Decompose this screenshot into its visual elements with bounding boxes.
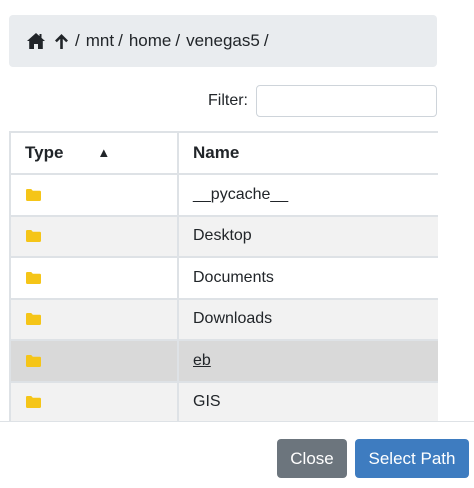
column-header-name[interactable]: Name [177, 131, 438, 175]
dialog-footer: Close Select Path [0, 421, 474, 488]
name-cell: Documents [177, 256, 438, 300]
name-cell: __pycache__ [177, 173, 438, 217]
table-row[interactable]: __pycache__ [9, 173, 438, 217]
select-path-button[interactable]: Select Path [355, 439, 469, 478]
home-icon[interactable] [26, 31, 46, 51]
filter-input[interactable] [256, 85, 437, 117]
file-table: Type ▲ Name __pycache__ Desktop Document… [9, 131, 438, 421]
folder-name[interactable]: GIS [193, 393, 221, 410]
arrow-up-icon[interactable] [53, 32, 69, 50]
breadcrumb-segment-venegas5[interactable]: venegas5 [186, 31, 260, 51]
folder-icon [25, 188, 163, 202]
folder-icon [25, 354, 163, 368]
column-header-type[interactable]: Type ▲ [9, 131, 179, 175]
table-row[interactable]: Desktop [9, 214, 438, 258]
folder-name[interactable]: eb [193, 352, 211, 369]
name-cell: Downloads [177, 297, 438, 341]
folder-name[interactable]: Desktop [193, 227, 252, 244]
breadcrumb-separator: / [175, 31, 181, 50]
name-cell: Desktop [177, 214, 438, 258]
filter-label: Filter: [208, 92, 248, 109]
type-cell [9, 214, 179, 258]
folder-name[interactable]: Documents [193, 269, 274, 286]
table-row[interactable]: Documents [9, 256, 438, 300]
filter-row: Filter: [0, 84, 437, 118]
type-cell [9, 380, 179, 421]
table-row-selected[interactable]: eb [9, 339, 438, 383]
folder-name[interactable]: __pycache__ [193, 186, 288, 203]
table-row[interactable]: GIS [9, 380, 438, 421]
file-table-container[interactable]: Type ▲ Name __pycache__ Desktop Document… [9, 131, 438, 421]
type-cell [9, 173, 179, 217]
table-header-row: Type ▲ Name [9, 131, 438, 175]
name-cell: eb [177, 339, 438, 383]
column-header-label: Type [25, 143, 64, 162]
folder-icon [25, 271, 163, 285]
breadcrumb-segment-mnt[interactable]: mnt [86, 31, 114, 51]
type-cell [9, 297, 179, 341]
sort-ascending-icon: ▲ [97, 145, 111, 160]
close-button[interactable]: Close [277, 439, 347, 478]
column-header-label: Name [193, 143, 240, 162]
folder-icon [25, 395, 163, 409]
breadcrumb-separator: / [75, 31, 80, 50]
breadcrumb-separator: / [118, 31, 123, 50]
breadcrumb-separator: / [263, 31, 269, 50]
folder-name[interactable]: Downloads [193, 310, 272, 327]
select-path-dialog: / mnt / home / venegas5 / Filter: Type ▲ … [0, 0, 474, 488]
type-cell [9, 256, 179, 300]
folder-icon [25, 229, 163, 243]
table-row[interactable]: Downloads [9, 297, 438, 341]
name-cell: GIS [177, 380, 438, 421]
breadcrumb-segment-home[interactable]: home [129, 31, 172, 51]
type-cell [9, 339, 179, 383]
breadcrumb: / mnt / home / venegas5 / [9, 15, 437, 67]
folder-icon [25, 312, 163, 326]
